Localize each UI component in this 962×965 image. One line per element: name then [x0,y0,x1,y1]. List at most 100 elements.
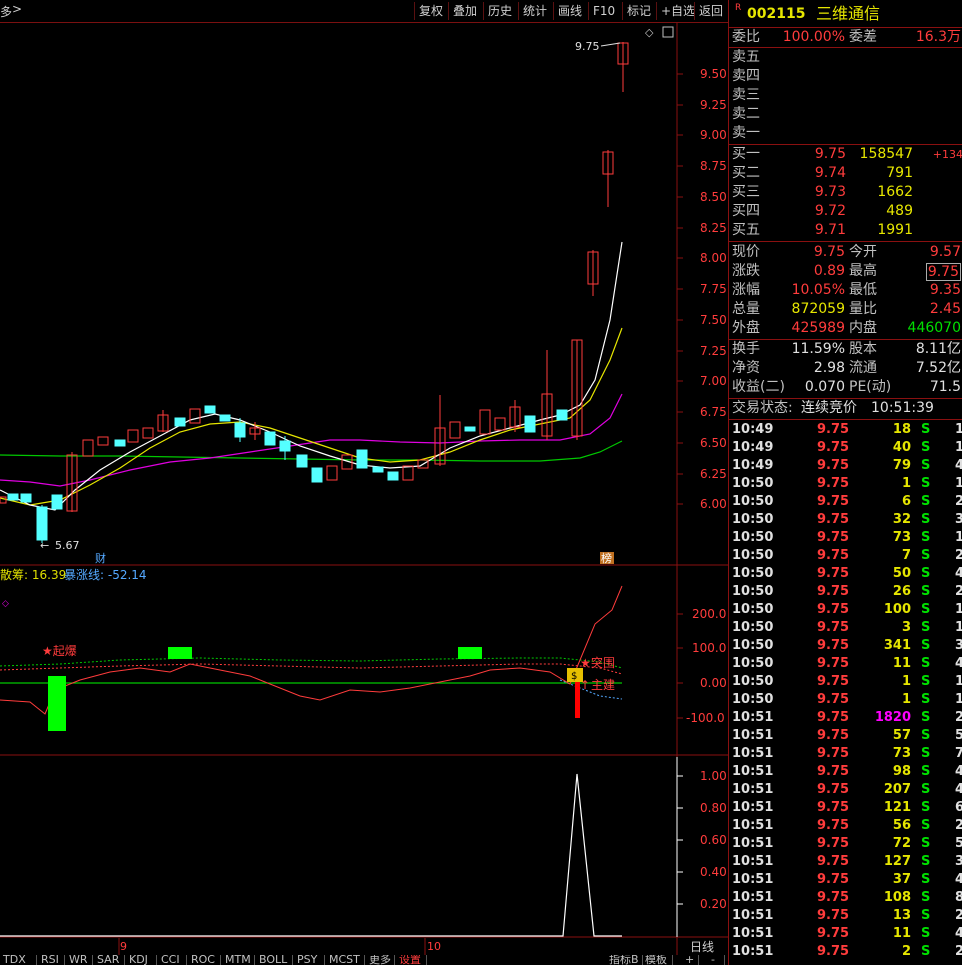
lower-tick: 0.40 [700,865,727,879]
tick-count: 1 [955,440,962,455]
history-button[interactable]: 历史 [483,2,516,20]
overlay-button[interactable]: 叠加 [448,2,481,20]
tick-price: 9.75 [817,638,850,653]
stats-label: 收益(二) [732,379,785,395]
tick-time: 10:51 [732,944,774,959]
tick-row: 10:51 9.75 121 S 6 [729,799,962,817]
tab-cci[interactable]: CCI [158,955,187,965]
diamond-icon[interactable]: ◇ [645,26,654,39]
zoom-out-button[interactable]: - [708,955,725,965]
template-b-tab[interactable]: 指标B [606,955,643,965]
stats-button[interactable]: 统计 [518,2,551,20]
back-button[interactable]: 返回 [694,2,727,20]
volume-ratio: 2.45 [929,301,961,317]
buy-volume: 791 [886,165,913,181]
current-price: 9.75 [813,244,845,260]
tick-count: 4 [955,566,962,581]
quote-label: 涨跌 [732,263,760,279]
price-tick: 9.25 [700,98,727,112]
price-tick: 8.50 [700,190,727,204]
chevron-right-icon[interactable]: > [12,2,22,16]
indicator-axis: 200.0 100.0 0.00 -100.0 [686,607,727,725]
sell-level-5: 卖五 [729,48,962,67]
tab-more[interactable]: 更多 [366,955,395,965]
tab-mtm[interactable]: MTM [222,955,255,965]
tick-row: 10:51 9.75 11 S 4 [729,925,962,943]
tick-side: S [921,548,931,563]
eps-value: 0.070 [804,379,845,395]
tick-volume: 108 [883,890,911,905]
tab-psy[interactable]: PSY [294,955,325,965]
tick-row: 10:51 9.75 207 S 4 [729,781,962,799]
tick-side: S [921,818,931,833]
indicator-label-scatter: 散筹: 16.39 [0,567,66,582]
tick-count: 2 [955,944,962,959]
finance-marker[interactable]: 财 [95,551,106,565]
tick-row: 10:50 9.75 100 S 1 [729,601,962,619]
tick-time: 10:50 [732,476,774,491]
stats-label: 股本 [849,341,877,357]
price-axis: 9.50 9.25 9.00 8.75 8.50 8.25 8.00 7.75 … [700,67,727,511]
template-tab[interactable]: 模板 [642,955,673,965]
tab-mcst[interactable]: MCST [326,955,365,965]
draw-line-button[interactable]: 画线 [553,2,586,20]
quote-label: 外盘 [732,320,760,336]
tick-volume: 73 [892,746,911,761]
tick-time: 10:51 [732,782,774,797]
tick-time: 10:51 [732,926,774,941]
pane-toggle-icon[interactable] [662,26,674,38]
tab-settings[interactable]: 设置 [396,955,427,965]
low-price-label: 5.67 [55,539,80,552]
tab-wr[interactable]: WR [66,955,93,965]
price-tick: 6.00 [700,497,727,511]
tab-boll[interactable]: BOLL [256,955,293,965]
tick-side: S [921,710,931,725]
tick-volume: 37 [892,872,911,887]
tick-time: 10:51 [732,836,774,851]
tick-side: S [921,512,931,527]
quote-row-pct: 涨幅 10.05% 最低 9.35 [729,281,962,300]
stock-header: R 002115 三维通信 [729,3,962,25]
price-tick: 7.50 [700,313,727,327]
mark-button[interactable]: 标记 [622,2,655,20]
tab-roc[interactable]: ROC [188,955,221,965]
zoom-in-button[interactable]: + [682,955,699,965]
ma-white-line [0,241,623,511]
tab-rsi[interactable]: RSI [38,955,65,965]
tick-volume: 26 [892,584,911,599]
tab-tdx[interactable]: TDX [0,955,37,965]
chart-toolbar: 多 > 复权 叠加 历史 统计 画线 F10 标记 +自选 返回 [0,0,728,23]
ranking-marker[interactable]: 榜 [601,551,612,565]
price-tick: 6.75 [700,405,727,419]
tick-price: 9.75 [817,944,850,959]
quote-label: 总量 [732,301,760,317]
arrow-up-icon: ↑ [580,678,590,692]
tick-price: 9.75 [817,746,850,761]
buy-price: 9.71 [814,222,846,238]
tick-time: 10:50 [732,548,774,563]
add-watchlist-button[interactable]: +自选 [656,2,699,20]
period-label[interactable]: 日线 [690,940,714,954]
f10-button[interactable]: F10 [588,2,619,20]
pe-value: 71.5 [929,379,961,395]
tab-sar[interactable]: SAR [94,955,125,965]
tick-row: 10:51 9.75 13 S 2 [729,907,962,925]
tab-kdj[interactable]: KDJ [126,955,157,965]
tick-side: S [921,674,931,689]
tick-volume: 1 [901,674,911,689]
tick-row: 10:50 9.75 341 S 3 [729,637,962,655]
tick-row: 10:50 9.75 32 S 3 [729,511,962,529]
fuquan-button[interactable]: 复权 [414,2,447,20]
tick-volume: 7 [901,548,911,563]
tick-price: 9.75 [817,494,850,509]
high-price-label: 9.75 [575,40,600,53]
tick-count: 4 [955,782,962,797]
stats-row-turnover: 换手 11.59% 股本 8.11亿 [729,340,962,359]
tick-volume: 57 [892,728,911,743]
tick-time: 10:51 [732,710,774,725]
tick-price: 9.75 [817,854,850,869]
stock-chart[interactable]: ◇ 9.50 9.25 9.00 8.75 8.50 8.25 8.00 7.7… [0,22,728,965]
buy-price: 9.75 [814,146,846,162]
sell-label: 卖四 [732,68,760,84]
order-ratio-value: 100.00% [782,29,845,45]
